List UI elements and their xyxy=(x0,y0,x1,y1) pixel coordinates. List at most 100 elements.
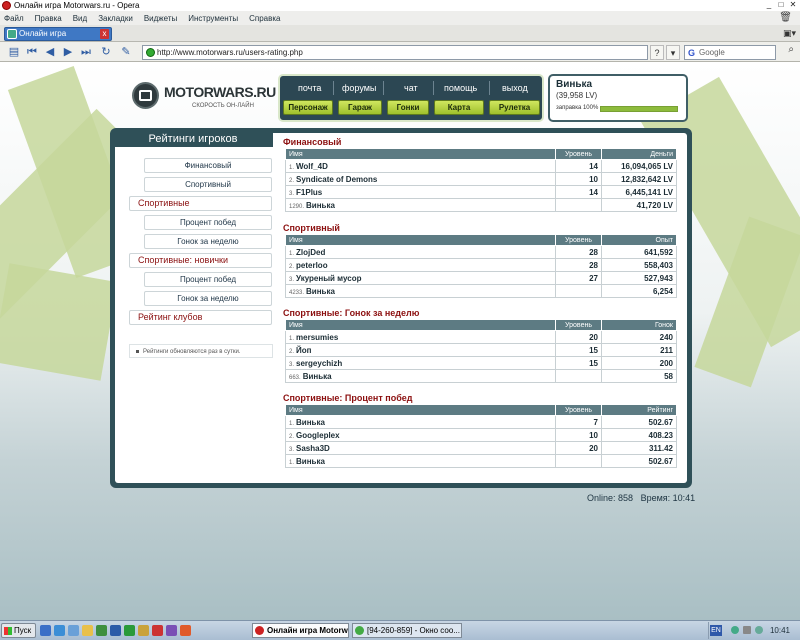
tab-bar: Онлайн игра Motorwars.ru x xyxy=(0,25,800,50)
player-name-link[interactable]: Syndicate of Demons xyxy=(296,175,377,184)
rating-section: Финансовый Имя Уровень Деньги 1. Wolf_4D 14 16,… xyxy=(283,136,681,212)
rating-section: Спортивный Имя Уровень Опыт 1. ZlojDed 28 641,5… xyxy=(283,222,681,298)
table-row: 3. Укуреный мусор 27 527,943 xyxy=(285,271,677,285)
player-name-link[interactable]: Винька xyxy=(296,418,325,427)
tray-icon[interactable] xyxy=(731,626,739,634)
spreadsheet-icon[interactable] xyxy=(96,625,107,636)
maximize-icon[interactable]: □ xyxy=(776,0,786,10)
player-name-link[interactable]: F1Plus xyxy=(296,188,322,197)
menu-view[interactable]: Вид xyxy=(73,14,87,23)
site-logo[interactable]: MOTORWARS.RU СКОРОСТЬ ОН-ЛАЙН xyxy=(132,78,276,118)
sidebar-item[interactable]: Спортивные: новички xyxy=(129,253,272,268)
app-icon[interactable] xyxy=(138,625,149,636)
help-icon[interactable]: ? xyxy=(650,45,664,60)
desktop-icon[interactable] xyxy=(40,625,51,636)
sidebar-item[interactable]: Финансовый xyxy=(144,158,272,173)
player-name-link[interactable]: Винька xyxy=(303,372,332,381)
user-name[interactable]: Винька xyxy=(556,79,592,90)
column-header[interactable]: Гонок xyxy=(601,319,677,331)
menu-bookmarks[interactable]: Закладки xyxy=(98,14,133,23)
forward-icon[interactable]: ▶ xyxy=(60,44,76,60)
logo-icon xyxy=(132,82,159,109)
explorer-icon[interactable] xyxy=(68,625,79,636)
link-help[interactable]: помощь xyxy=(444,83,477,93)
player-name-link[interactable]: Wolf_4D xyxy=(296,162,328,171)
reload-icon[interactable]: ↻ xyxy=(98,44,114,60)
rewind-icon[interactable]: ⏮ xyxy=(24,44,40,60)
menu-edit[interactable]: Правка xyxy=(35,14,62,23)
menu-help[interactable]: Справка xyxy=(249,14,280,23)
column-header[interactable]: Деньги xyxy=(601,148,677,160)
app-icon[interactable] xyxy=(180,625,191,636)
map-button[interactable]: Карта xyxy=(434,100,484,115)
column-header[interactable]: Имя xyxy=(285,148,556,160)
roulette-button[interactable]: Рулетка xyxy=(489,100,540,115)
ie-icon[interactable] xyxy=(54,625,65,636)
word-icon[interactable] xyxy=(110,625,121,636)
sidebar-item[interactable]: Гонок за неделю xyxy=(144,234,272,249)
column-header[interactable]: Уровень xyxy=(555,404,602,416)
garage-button[interactable]: Гараж xyxy=(338,100,382,115)
link-logout[interactable]: выход xyxy=(502,83,528,93)
trash-icon[interactable]: 🗑 xyxy=(779,12,792,23)
value-cell: 311.42 xyxy=(601,441,677,455)
column-header[interactable]: Уровень xyxy=(555,148,602,160)
player-name-link[interactable]: mersumies xyxy=(296,333,338,342)
link-chat[interactable]: чат xyxy=(404,83,418,93)
fast-forward-icon[interactable]: ⏭ xyxy=(78,44,94,60)
column-header[interactable]: Имя xyxy=(285,404,556,416)
task-icq[interactable]: [94-260-859] - Окно соо... xyxy=(352,623,462,638)
opera-quick-icon[interactable] xyxy=(152,625,163,636)
player-name-link[interactable]: sergeychizh xyxy=(296,359,342,368)
sidebar-item[interactable]: Процент побед xyxy=(144,215,272,230)
tray-icon[interactable] xyxy=(743,626,751,634)
binoculars-icon[interactable]: ⌕ xyxy=(788,44,794,55)
tray-icon[interactable] xyxy=(755,626,763,634)
address-bar[interactable]: http://www.motorwars.ru/users-rating.php xyxy=(142,45,648,60)
player-name-link[interactable]: Укуреный мусор xyxy=(296,274,361,283)
folder-icon[interactable] xyxy=(82,625,93,636)
sidebar-item[interactable]: Спортивные xyxy=(129,196,272,211)
link-mail[interactable]: почта xyxy=(298,83,321,93)
back-icon[interactable]: ◀ xyxy=(42,44,58,60)
player-name-link[interactable]: Googleplex xyxy=(296,431,340,440)
close-icon[interactable]: ✕ xyxy=(788,0,798,10)
link-forums[interactable]: форумы xyxy=(342,83,376,93)
sidebar-item[interactable]: Гонок за неделю xyxy=(144,291,272,306)
player-name-link[interactable]: Винька xyxy=(306,287,335,296)
app-icon[interactable] xyxy=(166,625,177,636)
player-name-link[interactable]: Йоп xyxy=(296,346,311,355)
panel-toggle-icon[interactable]: ▤ xyxy=(6,44,22,60)
messenger-icon[interactable] xyxy=(124,625,135,636)
column-header[interactable]: Имя xyxy=(285,319,556,331)
column-header[interactable]: Имя xyxy=(285,234,556,246)
player-name-link[interactable]: Винька xyxy=(296,457,325,466)
player-name-link[interactable]: Винька xyxy=(306,201,335,210)
menu-widgets[interactable]: Виджеты xyxy=(144,14,177,23)
menu-file[interactable]: Файл xyxy=(4,14,24,23)
column-header[interactable]: Опыт xyxy=(601,234,677,246)
dropdown-icon[interactable]: ▾ xyxy=(666,45,680,60)
menu-tools[interactable]: Инструменты xyxy=(188,14,238,23)
sidebar-item[interactable]: Рейтинг клубов xyxy=(129,310,272,325)
column-header[interactable]: Уровень xyxy=(555,234,602,246)
edit-pen-icon[interactable]: ✎ xyxy=(118,44,134,60)
rating-section: Спортивные: Гонок за неделю Имя Уровень Гон… xyxy=(283,307,681,383)
tab-close-icon[interactable]: x xyxy=(100,29,109,39)
column-header[interactable]: Уровень xyxy=(555,319,602,331)
table-row: 1. Винька 7 502.67 xyxy=(285,415,677,429)
player-name-link[interactable]: ZlojDed xyxy=(296,248,325,257)
character-button[interactable]: Персонаж xyxy=(283,100,333,115)
search-input[interactable]: G Google xyxy=(684,45,776,60)
task-opera[interactable]: Онлайн игра Motorw... xyxy=(252,623,349,638)
sidebar-item[interactable]: Спортивный xyxy=(144,177,272,192)
tab-menu-icon[interactable]: ▣▾ xyxy=(783,28,796,39)
column-header[interactable]: Рейтинг xyxy=(601,404,677,416)
player-name-link[interactable]: Sasha3D xyxy=(296,444,330,453)
start-button[interactable]: Пуск xyxy=(1,623,36,638)
minimize-icon[interactable]: _ xyxy=(764,0,774,10)
races-button[interactable]: Гонки xyxy=(387,100,429,115)
tab-motorwars[interactable]: Онлайн игра Motorwars.ru x xyxy=(4,27,112,50)
sidebar-item[interactable]: Процент побед xyxy=(144,272,272,287)
player-name-link[interactable]: peterloo xyxy=(296,261,328,270)
